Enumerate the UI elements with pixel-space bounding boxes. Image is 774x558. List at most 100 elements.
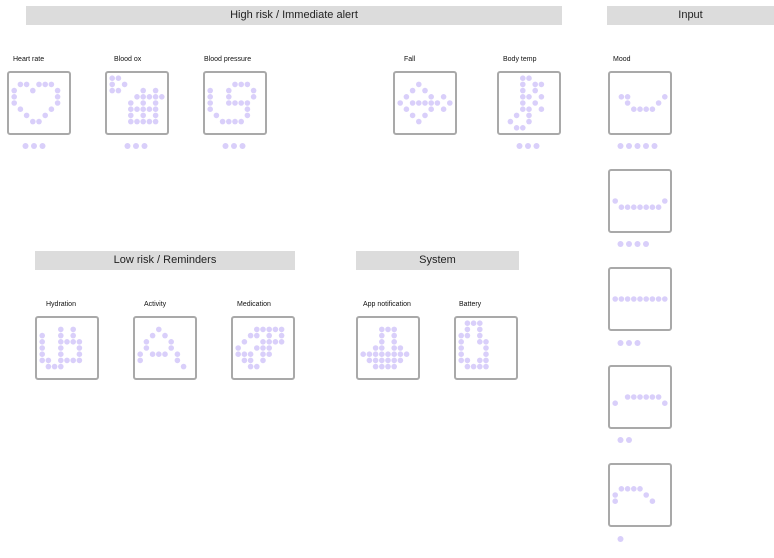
icon-dot xyxy=(180,363,187,370)
icon-dot xyxy=(612,198,618,204)
icon-dot xyxy=(266,326,272,333)
icon-dot xyxy=(36,118,42,125)
mood-card-2[interactable] xyxy=(608,169,672,233)
icon-dot xyxy=(520,100,526,106)
frown-wide-icon xyxy=(612,486,656,504)
icon-dot xyxy=(637,204,643,210)
icon-dot xyxy=(58,339,64,345)
icon-dot xyxy=(128,112,134,119)
icon-dot xyxy=(538,106,545,112)
icon-dot xyxy=(655,296,662,302)
activity-card[interactable] xyxy=(133,316,197,380)
icon-dot xyxy=(244,81,251,88)
icon-dot xyxy=(464,332,471,339)
icon-dot xyxy=(213,112,220,119)
icon-dot xyxy=(168,339,174,345)
hydration-card[interactable] xyxy=(35,316,99,380)
mood-card-5[interactable] xyxy=(608,463,672,527)
icon-dot xyxy=(11,100,17,106)
card-label-heart-rate: Heart rate xyxy=(13,56,45,63)
mood-card-4[interactable] xyxy=(608,365,672,429)
icon-dot xyxy=(379,326,385,333)
icon-dot xyxy=(372,345,379,351)
icon-dot xyxy=(250,87,257,94)
icon-dot xyxy=(45,363,52,370)
mood-card-1[interactable] xyxy=(608,71,672,135)
fall-card[interactable] xyxy=(393,71,457,135)
icon-dot xyxy=(391,357,397,364)
icon-dot xyxy=(631,106,637,112)
icon-dot xyxy=(162,332,168,339)
icon-dot xyxy=(631,394,637,400)
icon-dot xyxy=(483,339,489,345)
icon-dot xyxy=(477,363,483,370)
heart-rate-card[interactable] xyxy=(7,71,71,135)
icon-dot xyxy=(428,100,434,106)
icon-dot xyxy=(662,198,668,204)
icon-dot xyxy=(520,94,526,100)
icon-dot xyxy=(152,106,159,112)
icon-dot xyxy=(385,351,391,357)
level-dot xyxy=(617,340,624,346)
icon-dot xyxy=(137,351,143,357)
icon-dot xyxy=(254,345,260,351)
icon-dot xyxy=(507,118,514,125)
blood-ox-card[interactable] xyxy=(105,71,169,135)
icon-dot xyxy=(235,351,241,357)
icon-dot xyxy=(526,118,532,125)
icon-dot xyxy=(403,94,410,100)
icon-dot xyxy=(244,106,251,112)
icon-dot xyxy=(624,486,631,492)
icon-dot xyxy=(128,106,134,112)
card-label-blood-pressure: Blood pressure xyxy=(204,56,252,63)
icon-dot xyxy=(137,357,143,364)
fall-arrow-icon xyxy=(397,81,453,125)
icon-dot xyxy=(612,400,618,406)
icon-dot xyxy=(655,394,662,400)
icon-dot xyxy=(618,486,625,492)
icon-dot xyxy=(532,100,538,106)
icon-dot xyxy=(140,100,146,106)
icon-dot xyxy=(618,94,625,100)
icon-dot xyxy=(464,363,471,370)
icon-dot xyxy=(58,345,64,351)
icon-dot xyxy=(254,332,260,339)
medication-card[interactable] xyxy=(231,316,295,380)
icon-dot xyxy=(140,112,146,119)
app-notification-card[interactable] xyxy=(356,316,420,380)
icon-dot xyxy=(520,125,526,131)
blood-pressure-card[interactable] xyxy=(203,71,267,135)
icon-dot xyxy=(643,204,649,210)
icon-dot xyxy=(458,332,464,339)
icon-dot xyxy=(464,326,471,333)
icon-dot xyxy=(76,351,83,357)
icon-dot xyxy=(458,351,464,357)
phone-notification-icon xyxy=(360,326,410,370)
icon-dot xyxy=(152,112,159,119)
level-dot xyxy=(626,143,632,149)
icon-dot xyxy=(58,357,64,364)
section-header-system: System xyxy=(356,251,519,270)
icon-dot xyxy=(17,81,24,88)
icon-dot xyxy=(140,106,146,112)
body-temp-card[interactable] xyxy=(497,71,561,135)
icon-dot xyxy=(428,106,434,112)
icon-dot xyxy=(260,345,266,351)
icon-dot xyxy=(23,81,30,88)
mood-card-3[interactable] xyxy=(608,267,672,331)
icon-dot xyxy=(152,100,159,106)
icon-dot xyxy=(39,345,45,351)
icon-dot xyxy=(477,332,483,339)
icon-dot xyxy=(409,112,416,119)
icon-dot xyxy=(637,394,643,400)
card-label-hydration: Hydration xyxy=(46,301,76,308)
icon-dot xyxy=(109,87,115,94)
icon-dot xyxy=(422,87,428,94)
icon-dot xyxy=(143,345,150,351)
icon-dot xyxy=(520,106,526,112)
icon-dot xyxy=(526,106,532,112)
icon-dot xyxy=(149,332,156,339)
icon-dot xyxy=(391,326,397,333)
icon-dot xyxy=(39,339,45,345)
battery-card[interactable] xyxy=(454,316,518,380)
